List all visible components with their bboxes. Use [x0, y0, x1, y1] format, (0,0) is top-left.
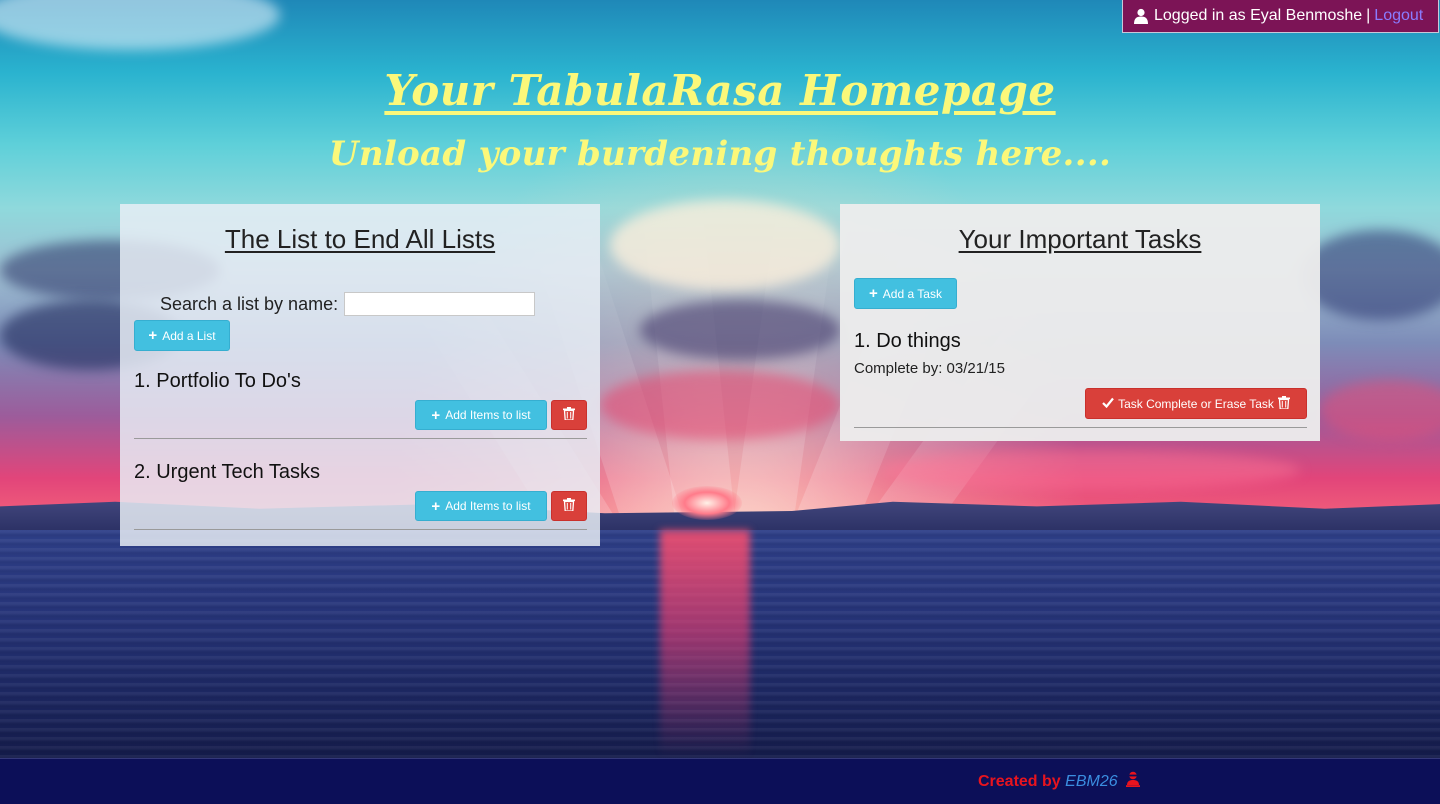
task-item: 1. Do things Complete by: 03/21/15 Task … — [854, 328, 1307, 428]
footer: Created by EBM26 — [0, 758, 1440, 804]
plus-icon: + — [148, 327, 158, 344]
tasks-panel-title: Your Important Tasks — [958, 224, 1202, 254]
add-list-button[interactable]: + Add a List — [134, 320, 230, 351]
task-due-date: Complete by: 03/21/15 — [854, 360, 1005, 377]
add-list-label: Add a List — [162, 328, 216, 343]
sun-reflection — [660, 530, 750, 758]
task-item-title: 1. Do things — [854, 330, 961, 352]
list-search-label: Search a list by name: — [160, 293, 339, 314]
task-item-actions: Task Complete or Erase Task — [854, 388, 1307, 427]
plus-icon: + — [431, 406, 441, 424]
cloud — [880, 450, 1300, 490]
ninja-icon — [1125, 771, 1141, 787]
task-complete-or-erase-button[interactable]: Task Complete or Erase Task — [1085, 388, 1307, 419]
list-item[interactable]: 1. Portfolio To Do's + Add Items to list — [134, 368, 587, 439]
add-items-to-list-button[interactable]: + Add Items to list — [415, 491, 547, 521]
add-items-label: Add Items to list — [445, 499, 531, 513]
lists-panel: The List to End All Lists Search a list … — [120, 204, 600, 546]
delete-list-button[interactable] — [551, 491, 587, 521]
created-by-label: Created by — [978, 773, 1061, 790]
add-items-label: Add Items to list — [445, 408, 531, 422]
plus-icon: + — [431, 497, 441, 515]
trash-icon — [1277, 395, 1290, 412]
trash-icon — [563, 498, 575, 514]
delete-list-button[interactable] — [551, 400, 587, 430]
login-status-text: Logged in as Eyal Benmoshe — [1154, 7, 1363, 24]
author-link[interactable]: EBM26 — [1065, 773, 1117, 790]
list-item-actions: + Add Items to list — [134, 400, 587, 438]
trash-icon — [563, 407, 575, 423]
user-icon — [1133, 8, 1149, 24]
logout-link[interactable]: Logout — [1374, 7, 1423, 25]
list-search-row: Search a list by name: — [134, 292, 586, 316]
plus-icon: + — [869, 285, 878, 302]
login-status-bar: Logged in as Eyal Benmoshe | Logout — [1122, 0, 1439, 33]
add-task-button[interactable]: + Add a Task — [854, 278, 957, 309]
tasks-panel: Your Important Tasks + Add a Task 1. Do … — [840, 204, 1320, 441]
check-icon — [1102, 397, 1114, 411]
cloud — [610, 200, 840, 290]
add-task-label: Add a Task — [882, 286, 942, 301]
page-subtitle: Unload your burdening thoughts here.... — [328, 134, 1112, 174]
sun — [672, 486, 742, 520]
page-title: Your TabulaRasa Homepage — [384, 66, 1056, 115]
list-search-input[interactable] — [344, 292, 536, 316]
footer-credit: Created by EBM26 — [978, 771, 1141, 791]
list-item[interactable]: 2. Urgent Tech Tasks + Add Items to list — [134, 459, 587, 530]
list-item-title[interactable]: 2. Urgent Tech Tasks — [134, 459, 587, 485]
add-items-to-list-button[interactable]: + Add Items to list — [415, 400, 547, 430]
separator: | — [1366, 7, 1371, 24]
list-item-title[interactable]: 1. Portfolio To Do's — [134, 368, 587, 394]
list-item-actions: + Add Items to list — [134, 491, 587, 529]
cloud — [640, 300, 840, 360]
lists-panel-title: The List to End All Lists — [224, 224, 496, 254]
cloud — [600, 370, 840, 440]
task-complete-label: Task Complete or Erase Task — [1118, 396, 1274, 411]
